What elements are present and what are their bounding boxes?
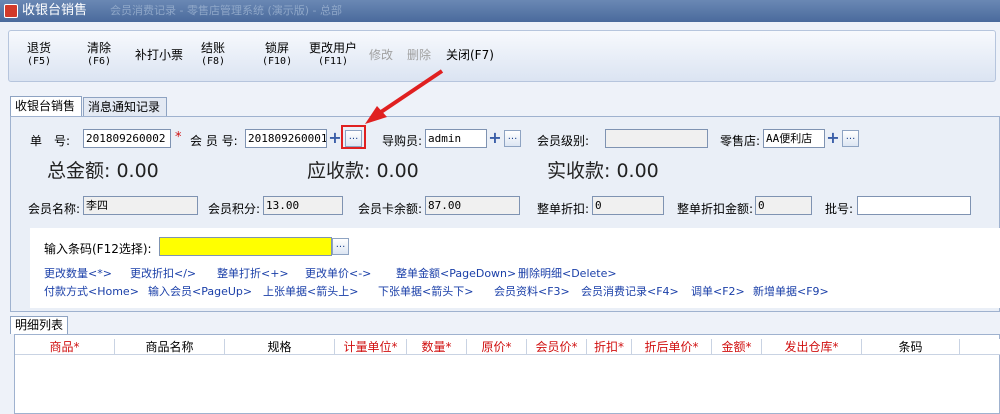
clear-button-shortcut: (F6) (87, 56, 112, 67)
discount-field: 0 (592, 196, 664, 215)
change-user-button[interactable]: 更改用户 (F11) (309, 41, 357, 69)
grid-column-header[interactable]: 金额* (712, 339, 762, 355)
modify-button-label: 修改 (369, 48, 394, 62)
guide-lookup-button[interactable]: ... (504, 130, 521, 147)
receivable-amount: 应收款: 0.00 (307, 160, 419, 182)
grid-column-header[interactable]: 原价* (467, 339, 527, 355)
order-no-field[interactable]: 201809260002 (83, 129, 171, 148)
member-no-label: 会 员 号: (190, 134, 238, 148)
discount-label: 整单折扣: (537, 202, 590, 216)
checkout-button-label: 结账 (201, 41, 226, 55)
grid-column-header[interactable]: 商品名称 (115, 339, 225, 355)
shortcut-link[interactable]: 新增单据<F9> (753, 283, 829, 299)
lock-screen-button-shortcut: (F10) (262, 56, 293, 67)
guide-field[interactable]: admin (425, 129, 487, 148)
required-mark: * (175, 130, 182, 145)
close-button[interactable]: 关闭(F7) (446, 48, 494, 62)
member-name-field: 李四 (83, 196, 198, 215)
shortcut-link[interactable]: 删除明细<Delete> (518, 265, 617, 281)
batch-field[interactable] (857, 196, 971, 215)
store-field[interactable]: AA便利店 (763, 129, 825, 148)
grid-column-header[interactable]: 会员价* (527, 339, 587, 355)
shortcut-link[interactable]: 会员消费记录<F4> (581, 283, 679, 299)
guide-add-icon[interactable]: + (487, 130, 503, 147)
member-no-field[interactable]: 201809260001 (245, 129, 327, 148)
delete-button[interactable]: 删除 (407, 48, 431, 62)
reprint-receipt-button[interactable]: 补打小票 (135, 48, 183, 62)
shortcut-link[interactable]: 调单<F2> (691, 283, 745, 299)
detail-grid: 商品* 商品名称 规格 计量单位* 数量* 原价* 会员价* 折扣* 折后单价* 金额* 发出仓库*… (14, 334, 1000, 414)
discount-amount-field: 0 (755, 196, 812, 215)
lock-screen-button[interactable]: 锁屏 (F10) (262, 41, 292, 69)
checkout-button[interactable]: 结账 (F8) (201, 41, 225, 69)
store-lookup-button[interactable]: ... (842, 130, 859, 147)
change-user-button-shortcut: (F11) (317, 56, 349, 67)
card-balance-field: 87.00 (425, 196, 520, 215)
tab-message-records[interactable]: 消息通知记录 (83, 97, 167, 117)
delete-button-label: 删除 (407, 48, 432, 62)
barcode-lookup-button[interactable]: ... (332, 238, 349, 255)
clear-button-label: 清除 (87, 41, 112, 55)
shortcut-link[interactable]: 更改数量<*> (44, 265, 112, 281)
grid-header: 商品* 商品名称 规格 计量单位* 数量* 原价* 会员价* 折扣* 折后单价* 金额* 发出仓库*… (15, 339, 1000, 355)
received-amount: 实收款: 0.00 (547, 160, 659, 182)
grid-column-header[interactable]: 发出仓库* (762, 339, 862, 355)
shortcut-link[interactable]: 整单打折<+> (217, 265, 289, 281)
shortcut-link[interactable]: 下张单据<箭头下> (378, 283, 473, 299)
shortcut-link[interactable]: 更改单价<-> (305, 265, 371, 281)
grid-column-header[interactable]: 计量单位* (335, 339, 407, 355)
clear-button[interactable]: 清除 (F6) (87, 41, 111, 69)
store-label: 零售店: (720, 134, 761, 148)
grid-column-header[interactable]: 条码 (862, 339, 960, 355)
member-level-label: 会员级别: (537, 134, 590, 148)
card-balance-label: 会员卡余额: (358, 202, 423, 216)
modify-button[interactable]: 修改 (369, 48, 393, 62)
app-icon (4, 4, 18, 18)
reprint-receipt-button-label: 补打小票 (135, 48, 184, 62)
total-amount: 总金额: 0.00 (47, 160, 159, 182)
shortcut-link[interactable]: 更改折扣</> (130, 265, 196, 281)
grid-column-header[interactable]: 商品* (15, 339, 115, 355)
member-points-label: 会员积分: (208, 202, 261, 216)
tab-cashier-sales[interactable]: 收银台销售 (10, 96, 82, 117)
return-button-label: 退货 (27, 41, 52, 55)
title-bar: 收银台销售 会员消费记录 - 零售店管理系统 (演示版) - 总部 (0, 0, 1000, 22)
barcode-input[interactable] (159, 237, 332, 256)
return-button-shortcut: (F5) (27, 56, 52, 67)
toolbar: 退货 (F5) 清除 (F6) 补打小票 结账 (F8) 锁屏 (F10) 更改用户 (F11) 修改… (8, 30, 996, 82)
shortcut-link[interactable]: 付款方式<Home> (44, 283, 139, 299)
grid-column-header[interactable]: 折后单价* (632, 339, 712, 355)
close-button-label: 关闭(F7) (446, 48, 494, 62)
store-add-icon[interactable]: + (825, 130, 841, 147)
annotation-highlight-box (341, 125, 366, 149)
member-points-field: 13.00 (263, 196, 343, 215)
discount-amount-label: 整单折扣金额: (677, 202, 754, 216)
window-subtitle: 会员消费记录 - 零售店管理系统 (演示版) - 总部 (110, 4, 343, 17)
shortcut-link[interactable]: 输入会员<PageUp> (148, 283, 252, 299)
order-no-label: 单 号: (30, 134, 71, 148)
shortcut-link[interactable]: 会员资料<F3> (494, 283, 570, 299)
tab-detail-list[interactable]: 明细列表 (10, 316, 69, 334)
shortcut-link[interactable]: 上张单据<箭头上> (263, 283, 358, 299)
guide-label: 导购员: (382, 134, 423, 148)
return-button[interactable]: 退货 (F5) (27, 41, 51, 69)
grid-column-header[interactable]: 规格 (225, 339, 335, 355)
window-title: 收银台销售 (22, 3, 88, 18)
barcode-label: 输入条码(F12选择): (44, 242, 152, 256)
member-level-field (605, 129, 708, 148)
lock-screen-button-label: 锁屏 (265, 41, 290, 55)
checkout-button-shortcut: (F8) (201, 56, 226, 67)
shortcut-link[interactable]: 整单金额<PageDown> (396, 265, 516, 281)
grid-column-header[interactable]: 数量* (407, 339, 467, 355)
batch-label: 批号: (825, 202, 854, 216)
change-user-button-label: 更改用户 (309, 41, 358, 55)
member-name-label: 会员名称: (28, 202, 81, 216)
grid-column-header[interactable]: 折扣* (587, 339, 632, 355)
